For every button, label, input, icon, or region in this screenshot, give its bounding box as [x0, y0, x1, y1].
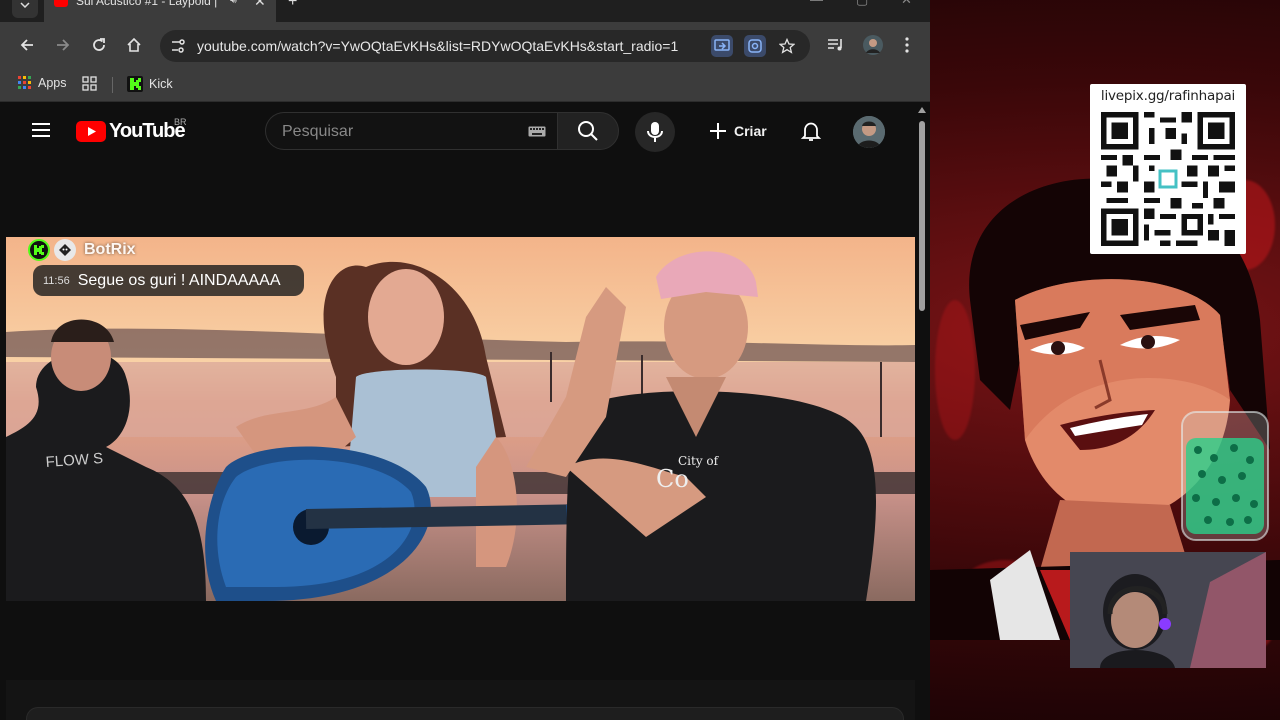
bookmark-label: Apps — [38, 76, 67, 90]
more-vertical-icon — [905, 37, 909, 53]
svg-text:Co: Co — [656, 465, 689, 493]
youtube-header: YouTube BR Pesquisar Criar — [0, 103, 915, 159]
scrollbar-thumb[interactable] — [919, 121, 925, 311]
bookmark-kick[interactable]: Kick — [127, 76, 173, 92]
keyboard-icon[interactable] — [528, 126, 546, 137]
new-tab-icon[interactable]: + — [288, 0, 297, 11]
lens-button[interactable] — [744, 35, 766, 57]
search-button[interactable] — [557, 112, 619, 150]
scroll-up-arrow-icon[interactable] — [918, 107, 926, 113]
home-icon — [127, 37, 141, 52]
forward-button[interactable] — [52, 34, 74, 56]
qr-code-icon — [1101, 112, 1235, 246]
bookmark-grid[interactable] — [82, 76, 97, 91]
youtube-page: YouTube BR Pesquisar Criar City of Co FL… — [0, 103, 930, 720]
bot-badge-icon — [54, 239, 76, 261]
country-code: BR — [174, 117, 187, 127]
kick-logo-icon — [127, 76, 143, 92]
tab-title: Sul Acústico #1 - Laypold | — [76, 0, 218, 8]
url-text: youtube.com/watch?v=YwOQtaEvKHs&list=RDY… — [197, 38, 679, 54]
create-label: Criar — [734, 123, 767, 139]
media-controls-button[interactable] — [825, 34, 847, 56]
plus-icon — [710, 123, 726, 139]
scrollbar[interactable] — [915, 103, 930, 720]
bookmark-divider — [112, 77, 113, 93]
comment-box[interactable] — [26, 707, 904, 720]
chevron-down-icon — [20, 2, 30, 8]
lens-icon — [748, 39, 762, 53]
notifications-bell-icon[interactable] — [799, 119, 823, 143]
star-icon — [779, 38, 795, 54]
chat-message-bubble: 11:56 Segue os guri ! AINDAAAAA — [33, 265, 304, 296]
address-bar[interactable]: youtube.com/watch?v=YwOQtaEvKHs&list=RDY… — [160, 30, 810, 62]
cast-button[interactable] — [711, 35, 733, 57]
audio-playing-icon[interactable]: 🔊︎ — [230, 0, 237, 7]
gem-jar-icon — [1181, 411, 1269, 541]
bookmark-label: Kick — [149, 77, 173, 91]
reload-button[interactable] — [88, 34, 110, 56]
bookmark-apps[interactable]: Apps — [18, 76, 67, 90]
menu-icon[interactable] — [31, 122, 51, 138]
bookmark-star-button[interactable] — [776, 35, 798, 57]
kick-badge-icon — [28, 239, 50, 261]
maximize-icon[interactable]: ▢ — [856, 0, 868, 8]
donation-qr-card: livepix.gg/rafinhapai — [1090, 84, 1246, 254]
active-tab[interactable]: Sul Acústico #1 - Laypold | 🔊︎ ✕ — [44, 0, 276, 22]
search-icon — [578, 121, 598, 141]
chat-username: BotRix — [84, 241, 136, 258]
create-button[interactable]: Criar — [700, 112, 779, 150]
cast-icon — [714, 39, 730, 51]
playlist-icon — [828, 39, 842, 51]
voice-search-button[interactable] — [635, 112, 675, 152]
microphone-icon — [647, 122, 663, 142]
minimize-icon[interactable]: — — [810, 0, 823, 7]
tab-search-button[interactable] — [12, 0, 38, 18]
close-tab-icon[interactable]: ✕ — [254, 0, 266, 10]
youtube-logo[interactable]: YouTube — [76, 120, 186, 143]
arrow-left-icon — [20, 39, 33, 51]
user-avatar-icon — [853, 116, 885, 148]
apps-grid-icon — [18, 76, 31, 89]
browser-menu-button[interactable] — [896, 34, 918, 56]
grid-icon — [82, 76, 97, 91]
bookmarks-bar: Apps Kick — [0, 68, 930, 102]
chat-message: Segue os guri ! AINDAAAAA — [77, 271, 281, 289]
below-video-area — [6, 680, 915, 720]
search-box[interactable]: Pesquisar — [265, 112, 557, 150]
webcam-feed — [1070, 552, 1266, 668]
search-input[interactable]: Pesquisar — [282, 123, 353, 141]
chat-time: 11:56 — [43, 274, 70, 287]
youtube-play-icon — [76, 121, 106, 142]
close-window-icon[interactable]: ✕ — [901, 0, 912, 8]
home-button[interactable] — [123, 34, 145, 56]
site-info-icon[interactable] — [168, 36, 188, 56]
browser-window: Sul Acústico #1 - Laypold | 🔊︎ ✕ + — ▢ ✕ — [0, 0, 930, 720]
profile-avatar-icon — [863, 35, 883, 55]
arrow-right-icon — [57, 39, 70, 51]
browser-toolbar: youtube.com/watch?v=YwOQtaEvKHs&list=RDY… — [0, 22, 930, 68]
chat-user-row: BotRix — [28, 239, 136, 261]
back-button[interactable] — [16, 34, 38, 56]
youtube-favicon-icon — [54, 0, 68, 7]
qr-url-label: livepix.gg/rafinhapai — [1100, 88, 1236, 104]
avatar[interactable] — [853, 116, 885, 148]
reload-icon — [93, 38, 105, 51]
profile-button[interactable] — [862, 34, 884, 56]
tab-bar: Sul Acústico #1 - Laypold | 🔊︎ ✕ + — ▢ ✕ — [0, 0, 930, 22]
